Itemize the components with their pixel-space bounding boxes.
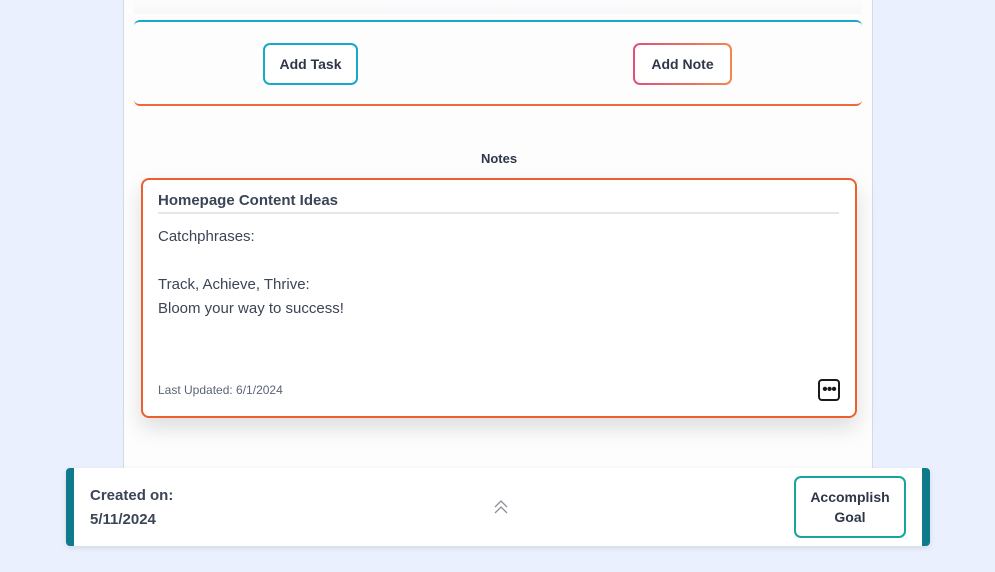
task-list-bottom-edge [134,0,862,14]
note-line [158,249,818,273]
add-note-button[interactable]: Add Note [633,43,732,85]
add-task-button[interactable]: Add Task [263,43,358,85]
note-card[interactable]: Homepage Content Ideas Catchphrases: Tra… [141,178,857,418]
note-line: Track, Achieve, Thrive: [158,276,310,293]
note-body: Catchphrases: Track, Achieve, Thrive: Bl… [158,225,818,321]
action-buttons-container: Add Task Add Note [134,20,862,106]
note-line: Catchphrases: [158,228,255,245]
created-on-label: Created on: [90,487,174,504]
note-line: Bloom your way to success! [158,300,344,317]
goal-footer-bar: Created on: 5/11/2024 Accomplish Goal [66,468,930,546]
accomplish-goal-button[interactable]: Accomplish Goal [794,476,906,538]
goal-detail-panel: Add Task Add Note Notes Homepage Content… [123,0,873,468]
note-title: Homepage Content Ideas [158,192,839,214]
created-on-date: 5/11/2024 [90,511,156,528]
notes-heading: Notes [480,151,518,166]
double-chevron-up-icon[interactable] [491,497,511,517]
note-last-updated: Last Updated: 6/1/2024 [158,383,283,397]
more-horizontal-icon[interactable]: ••• [818,379,840,401]
